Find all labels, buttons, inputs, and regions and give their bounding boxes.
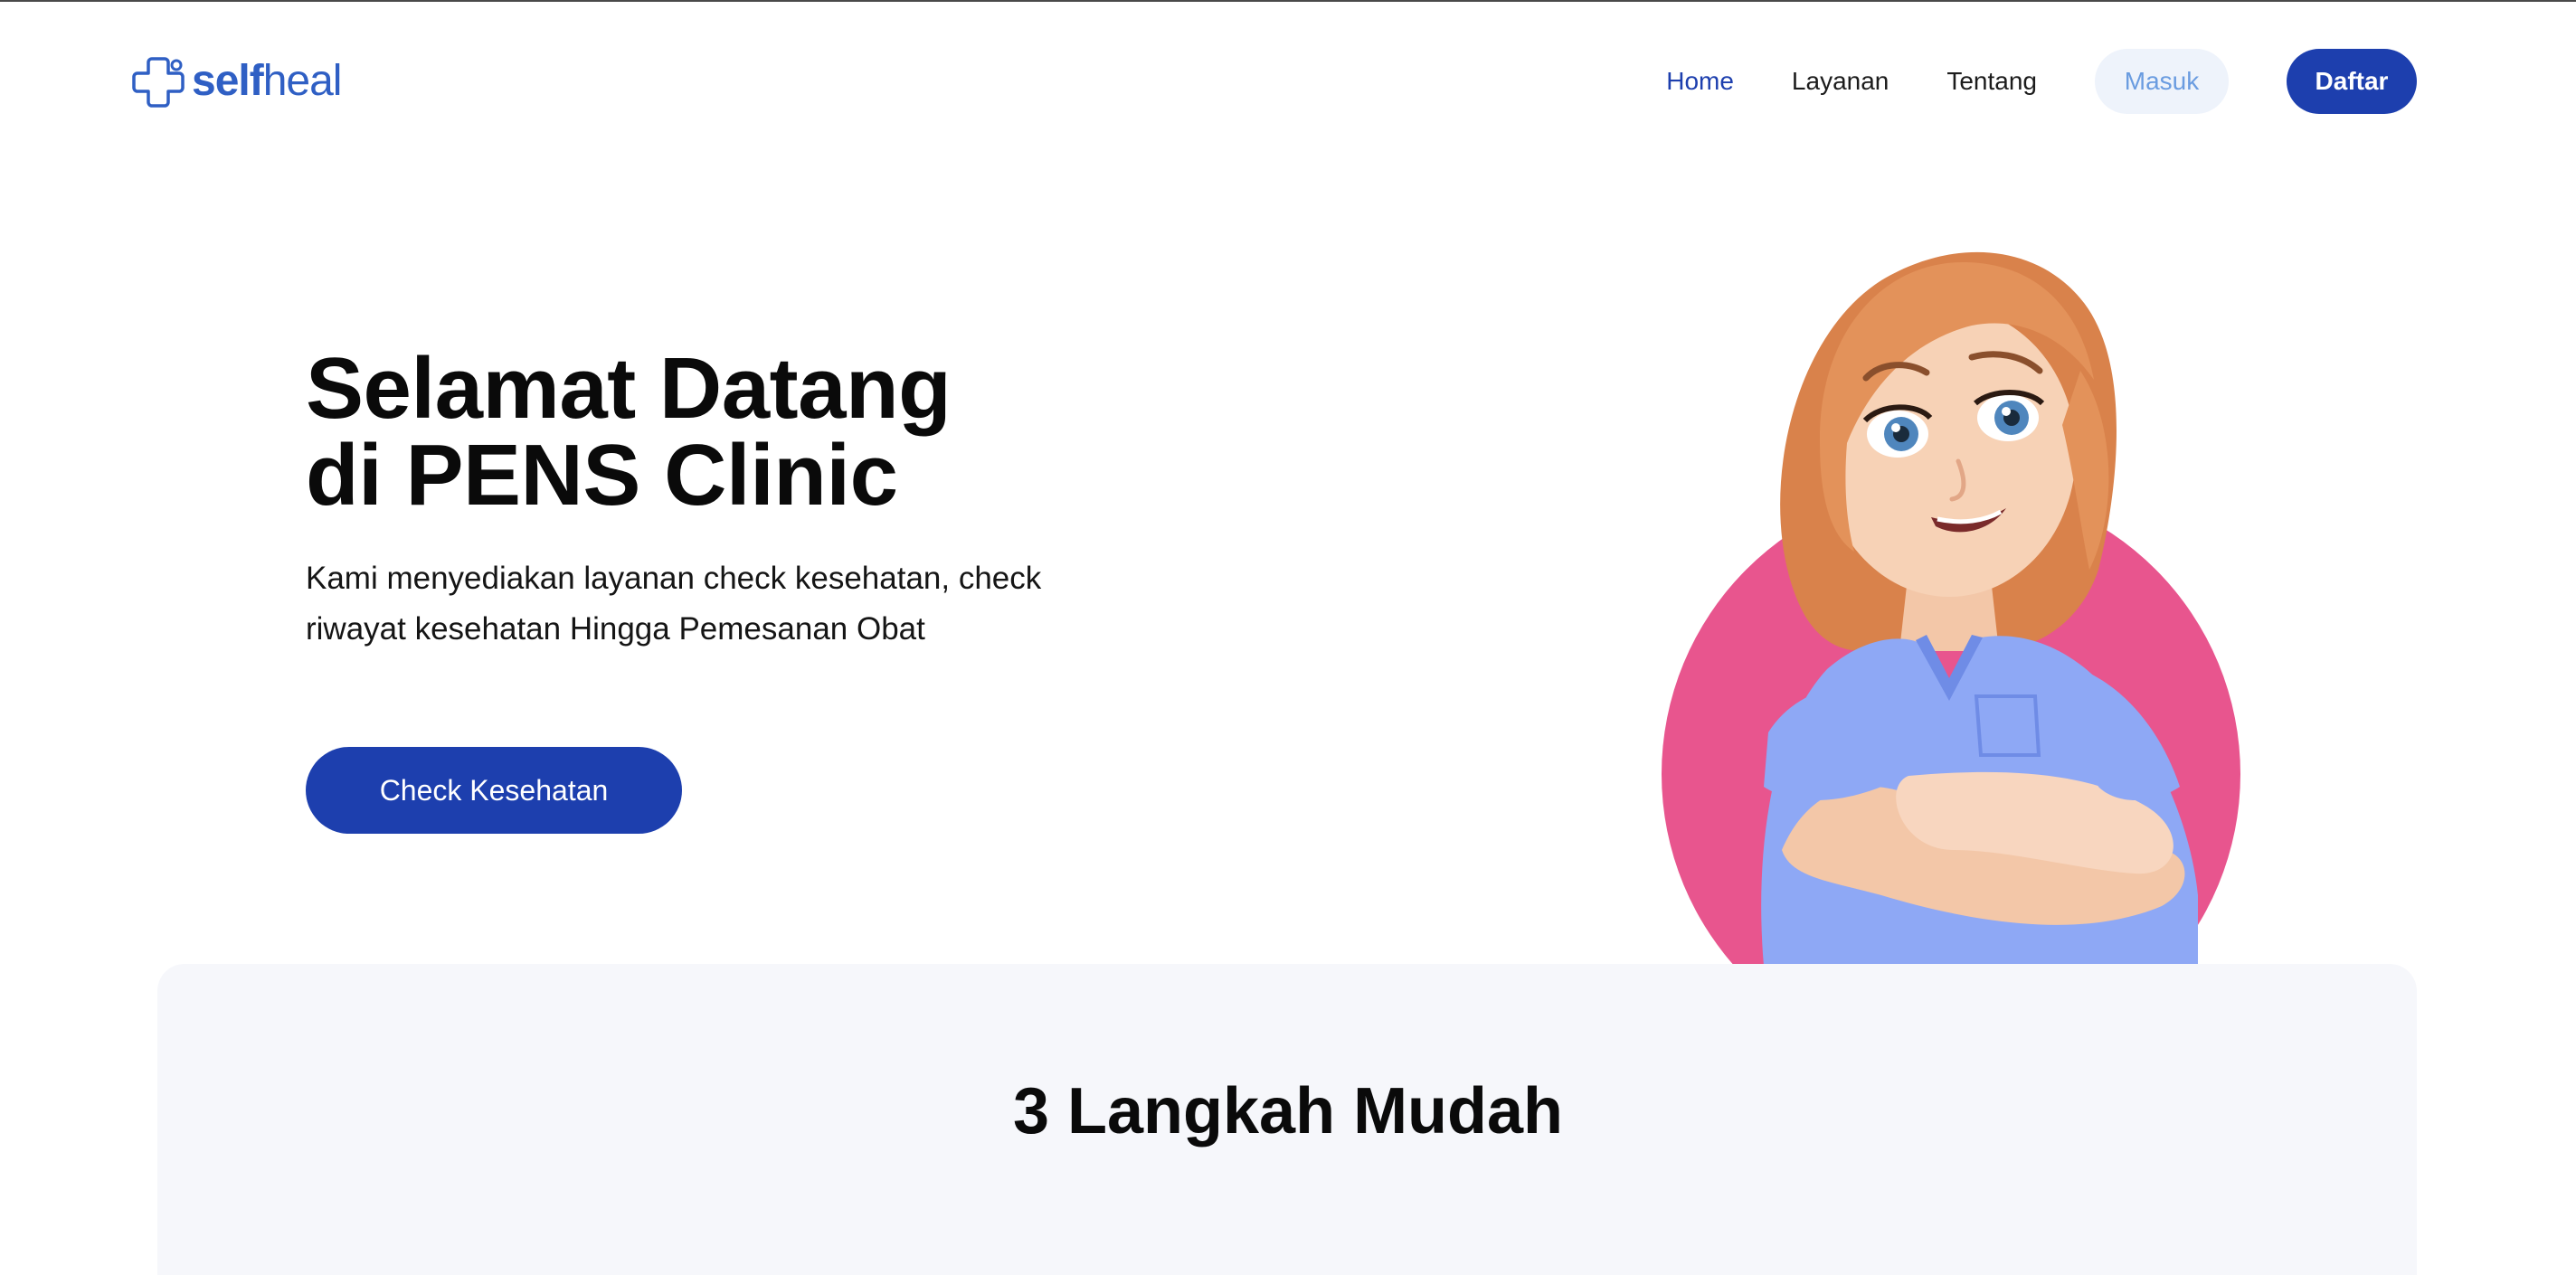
brand-logo[interactable]: selfheal [132,52,342,110]
hero-title: Selamat Datang di PENS Clinic [306,340,952,524]
doctor-illustration [1610,226,2279,966]
window-top-border [0,0,2576,2]
landing-page: selfheal Home Layanan Tentang Masuk Daft… [0,0,2576,1275]
hero-subtitle: Kami menyediakan layanan check kesehatan… [306,553,1102,655]
medical-cross-icon [132,53,188,109]
brand-wordmark: selfheal [192,57,342,105]
hero-title-line-2: di PENS Clinic [306,427,898,524]
check-health-button[interactable]: Check Kesehatan [306,747,682,834]
steps-title: 3 Langkah Mudah [1012,1075,1564,1148]
register-button[interactable]: Daftar [2287,49,2417,114]
login-button[interactable]: Masuk [2095,49,2229,114]
hero-title-line-1: Selamat Datang [306,340,952,437]
nav-link-home[interactable]: Home [1666,67,1734,96]
hero-subtitle-line-2: riwayat kesehatan Hingga Pemesanan Obat [306,611,925,647]
nav-link-layanan[interactable]: Layanan [1792,67,1889,96]
main-nav: Home Layanan Tentang Masuk Daftar [1666,49,2417,114]
nav-link-tentang[interactable]: Tentang [1946,67,2037,96]
hero-subtitle-line-1: Kami menyediakan layanan check kesehatan… [306,561,1042,596]
